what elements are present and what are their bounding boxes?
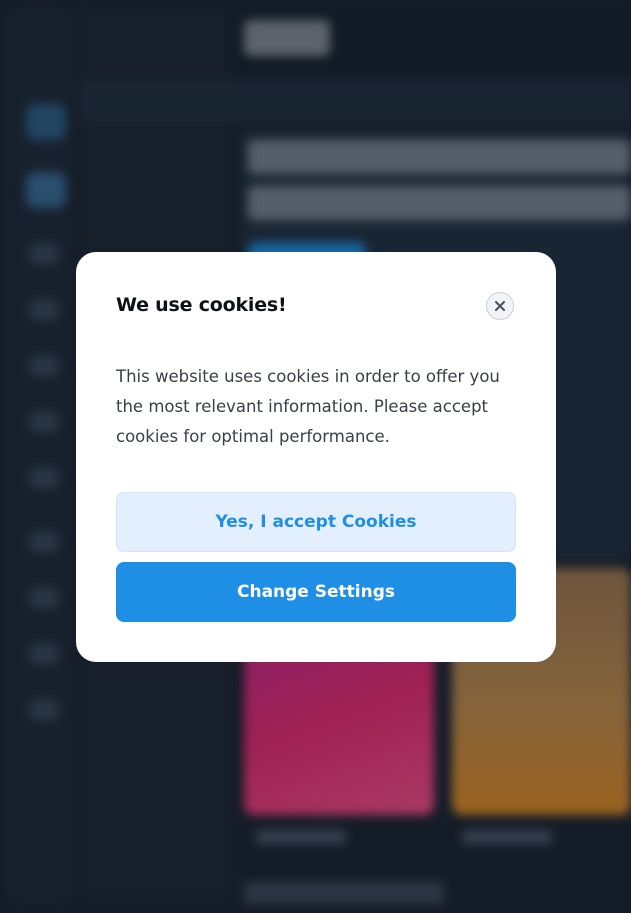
page: We use cookies! This website uses cookie… [0, 0, 631, 913]
change-settings-button[interactable]: Change Settings [116, 562, 516, 622]
accept-cookies-button[interactable]: Yes, I accept Cookies [116, 492, 516, 552]
modal-body-text: This website uses cookies in order to of… [116, 367, 500, 446]
close-icon [495, 301, 505, 311]
close-button[interactable] [486, 292, 514, 320]
cookie-modal: We use cookies! This website uses cookie… [76, 252, 556, 662]
modal-title: We use cookies! [116, 294, 287, 316]
